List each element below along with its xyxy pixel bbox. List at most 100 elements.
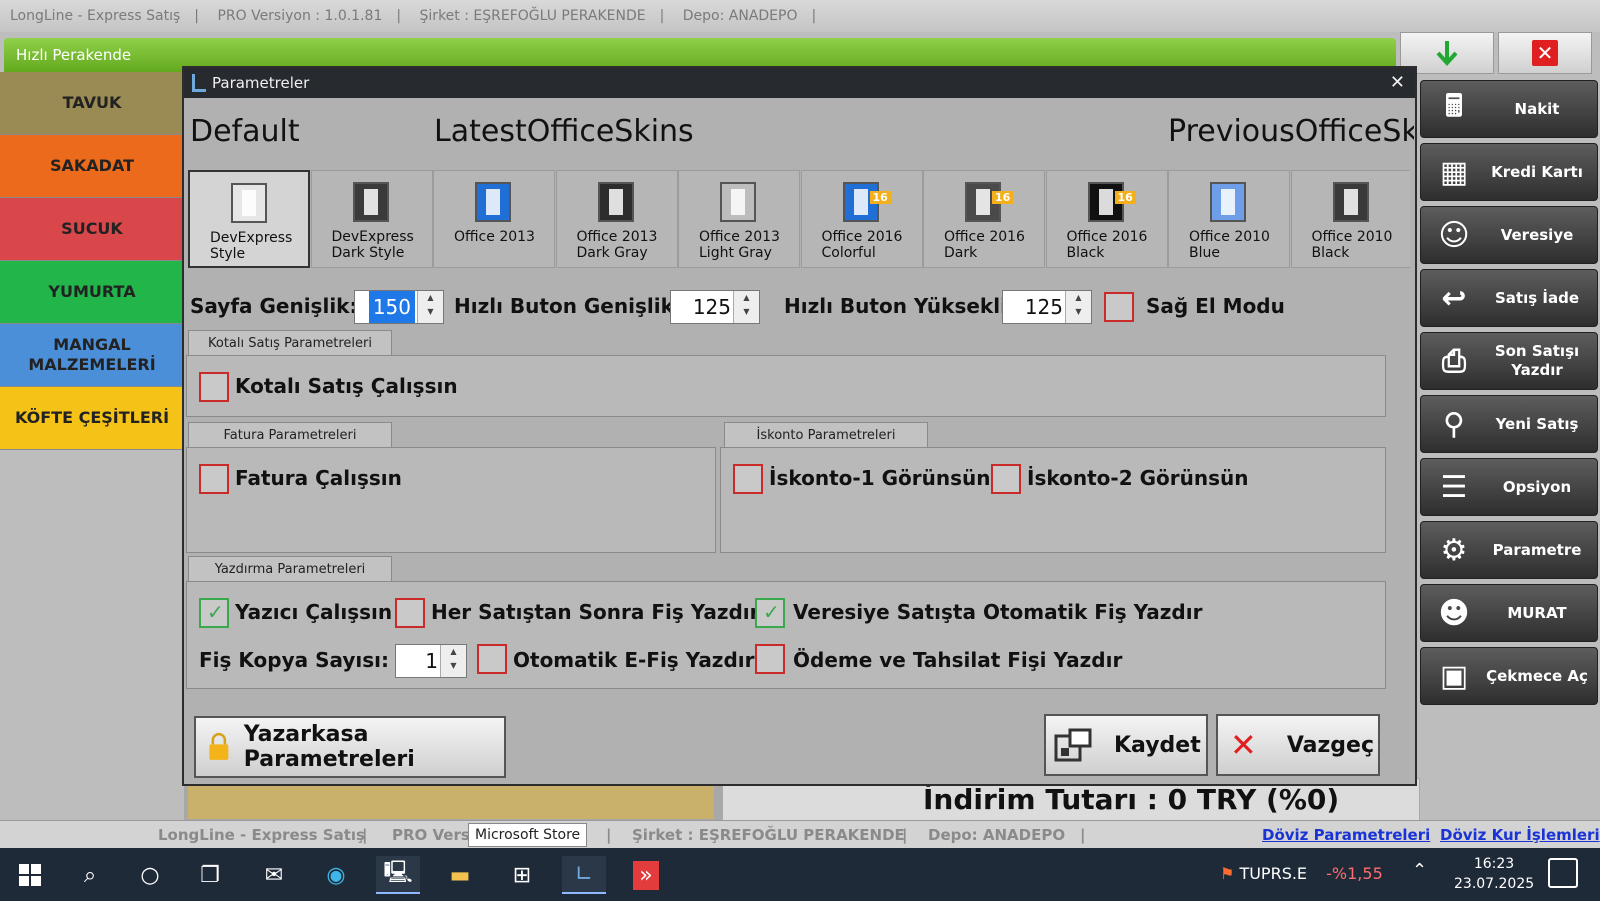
- copy-count-spinner[interactable]: 1 ▲ ▼: [395, 644, 467, 678]
- category-button[interactable]: MANGAL MALZEMELERİ: [0, 324, 184, 387]
- page-width-value: 150: [368, 291, 415, 323]
- edge-button[interactable]: ◉: [314, 856, 358, 894]
- start-button[interactable]: [8, 856, 52, 894]
- title-app: LongLine - Express Satış: [10, 8, 181, 24]
- action-button-label: Çekmece Aç: [1486, 666, 1588, 685]
- skin-option[interactable]: Office 2013 Light Gray: [678, 170, 800, 268]
- skin-label-line1: Office 2016: [821, 229, 903, 245]
- tab-quota[interactable]: Kotalı Satış Parametreleri: [188, 330, 392, 356]
- action-button-label: Yeni Satış: [1495, 414, 1579, 433]
- action-button[interactable]: ☰ Opsiyon: [1420, 458, 1598, 516]
- skin-option[interactable]: DevExpress Dark Style: [310, 170, 433, 268]
- action-button[interactable]: ⎙ Son Satışı Yazdır: [1420, 332, 1598, 390]
- anydesk-button[interactable]: »: [624, 856, 668, 894]
- skin-option[interactable]: Office 2010 Blue: [1168, 170, 1290, 268]
- action-button-label: MURAT: [1507, 603, 1567, 622]
- close-app-button[interactable]: ✕: [1498, 32, 1592, 74]
- office-skin-icon: [352, 182, 389, 222]
- action-button[interactable]: 🖩 Nakit: [1420, 80, 1598, 138]
- payment-checkbox[interactable]: [755, 644, 785, 674]
- category-button[interactable]: SAKADAT: [0, 135, 184, 198]
- action-button[interactable]: ↩ Satış İade: [1420, 269, 1598, 327]
- action-button-label: Veresiye: [1500, 225, 1574, 244]
- auto-efis-checkbox[interactable]: [477, 644, 507, 674]
- pos-app-button[interactable]: 🖳: [376, 856, 420, 894]
- skin-option[interactable]: 16 Office 2016 Colorful: [800, 170, 923, 268]
- skin-option[interactable]: 16 Office 2016 Dark: [923, 170, 1045, 268]
- app-logo-icon: ∟: [574, 861, 594, 887]
- chevron-up-icon[interactable]: ⌃: [1412, 860, 1427, 881]
- quick-btn-height-spinner[interactable]: 125 ▲ ▼: [1002, 290, 1092, 324]
- action-button[interactable]: ☻ MURAT: [1420, 584, 1598, 642]
- action-button[interactable]: ☺ Veresiye: [1420, 206, 1598, 264]
- spin-arrows-icon[interactable]: ▲ ▼: [440, 645, 466, 677]
- search-button[interactable]: ⌕: [68, 856, 112, 894]
- skin-option[interactable]: Office 2013 Dark Gray: [555, 170, 678, 268]
- skin-label-line1: Office 2013: [454, 229, 535, 245]
- action-button[interactable]: ⚲ Yeni Satış: [1420, 395, 1598, 453]
- category-button[interactable]: TAVUK: [0, 72, 184, 135]
- skin-label-line2: Black: [1066, 245, 1105, 261]
- mail-button[interactable]: ✉: [252, 856, 296, 894]
- invoice-checkbox[interactable]: [199, 464, 229, 494]
- discount2-label: İskonto-2 Görünsün: [1027, 466, 1249, 490]
- action-button[interactable]: ▦ Kredi Kartı: [1420, 143, 1598, 201]
- quick-btn-width-spinner[interactable]: 125 ▲ ▼: [670, 290, 760, 324]
- longline-button[interactable]: ∟: [562, 856, 606, 894]
- task-view-button[interactable]: ❐: [188, 856, 232, 894]
- spin-arrows-icon[interactable]: ▲ ▼: [733, 291, 759, 323]
- spin-arrows-icon[interactable]: ▲ ▼: [1065, 291, 1091, 323]
- quota-label: Kotalı Satış Çalışsın: [235, 374, 458, 398]
- quick-btn-width-value: 125: [692, 295, 731, 319]
- right-hand-checkbox[interactable]: [1104, 292, 1134, 322]
- dialog-close-button[interactable]: ✕: [1390, 68, 1405, 98]
- explorer-button[interactable]: ▬: [438, 856, 482, 894]
- discount1-checkbox[interactable]: [733, 464, 763, 494]
- store-button[interactable]: ⊞: [500, 856, 544, 894]
- action-button[interactable]: ⚙ Parametre: [1420, 521, 1598, 579]
- clock[interactable]: 16:23 23.07.2025: [1454, 854, 1534, 894]
- currency-rate-link[interactable]: Döviz Kur İşlemleri: [1440, 821, 1600, 849]
- credit-auto-checkbox[interactable]: [755, 598, 785, 628]
- notification-icon[interactable]: [1548, 858, 1578, 888]
- skin-option[interactable]: Office 2013: [433, 170, 555, 268]
- skin-option[interactable]: 16 Office 2016 Black: [1045, 170, 1168, 268]
- currency-params-link[interactable]: Döviz Parametreleri: [1262, 821, 1430, 849]
- cortana-button[interactable]: ○: [128, 856, 172, 894]
- printer-label: Yazıcı Çalışsın: [235, 600, 393, 624]
- tab-discount[interactable]: İskonto Parametreleri: [724, 422, 928, 448]
- skin-group-latest: LatestOfficeSkins: [434, 114, 694, 149]
- category-button[interactable]: YUMURTA: [0, 261, 184, 324]
- action-button[interactable]: ▣ Çekmece Aç: [1420, 647, 1598, 705]
- tab-print[interactable]: Yazdırma Parametreleri: [188, 556, 392, 582]
- after-sale-checkbox[interactable]: [395, 598, 425, 628]
- skin-label: Office 2016 Black: [1067, 229, 1167, 261]
- category-button[interactable]: KÖFTE ÇEŞİTLERİ: [0, 387, 184, 450]
- skin-label-line1: Office 2010: [1189, 229, 1270, 245]
- spin-arrows-icon[interactable]: ▲ ▼: [417, 291, 443, 323]
- circle-icon: ○: [140, 862, 160, 888]
- quota-checkbox[interactable]: [199, 372, 229, 402]
- skin-label-line1: Office 2013: [699, 229, 780, 245]
- discount2-checkbox[interactable]: [991, 464, 1021, 494]
- dialog-title-bar: Parametreler ✕: [184, 68, 1415, 98]
- skin-option[interactable]: DevExpress Style: [188, 170, 310, 268]
- skin-label-line1: Office 2010: [1311, 229, 1393, 245]
- page-width-spinner[interactable]: 150 ▲ ▼: [354, 290, 444, 324]
- auto-efis-label: Otomatik E-Fiş Yazdır: [513, 648, 755, 672]
- title-company: Şirket : EŞREFOĞLU PERAKENDE: [419, 8, 646, 24]
- stock-ticker[interactable]: ⚑ TUPRS.E -%1,55: [1220, 864, 1383, 883]
- printer-checkbox[interactable]: [199, 598, 229, 628]
- office-skin-icon: [1332, 182, 1369, 222]
- save-button[interactable]: Kaydet: [1044, 714, 1208, 776]
- cancel-button[interactable]: ✕ Vazgeç: [1216, 714, 1380, 776]
- cash-register-params-button[interactable]: Yazarkasa Parametreleri: [194, 716, 506, 778]
- category-button[interactable]: SUCUK: [0, 198, 184, 261]
- skin-label: Office 2013 Light Gray: [699, 229, 799, 261]
- skin-option[interactable]: Office 2010 Black: [1290, 170, 1410, 268]
- tab-invoice[interactable]: Fatura Parametreleri: [188, 422, 392, 448]
- scanner-icon: ⚲: [1443, 406, 1465, 442]
- save-label: Kaydet: [1114, 732, 1201, 758]
- store-tooltip: Microsoft Store: [468, 823, 588, 847]
- page-width-label: Sayfa Genişlik:: [190, 294, 358, 318]
